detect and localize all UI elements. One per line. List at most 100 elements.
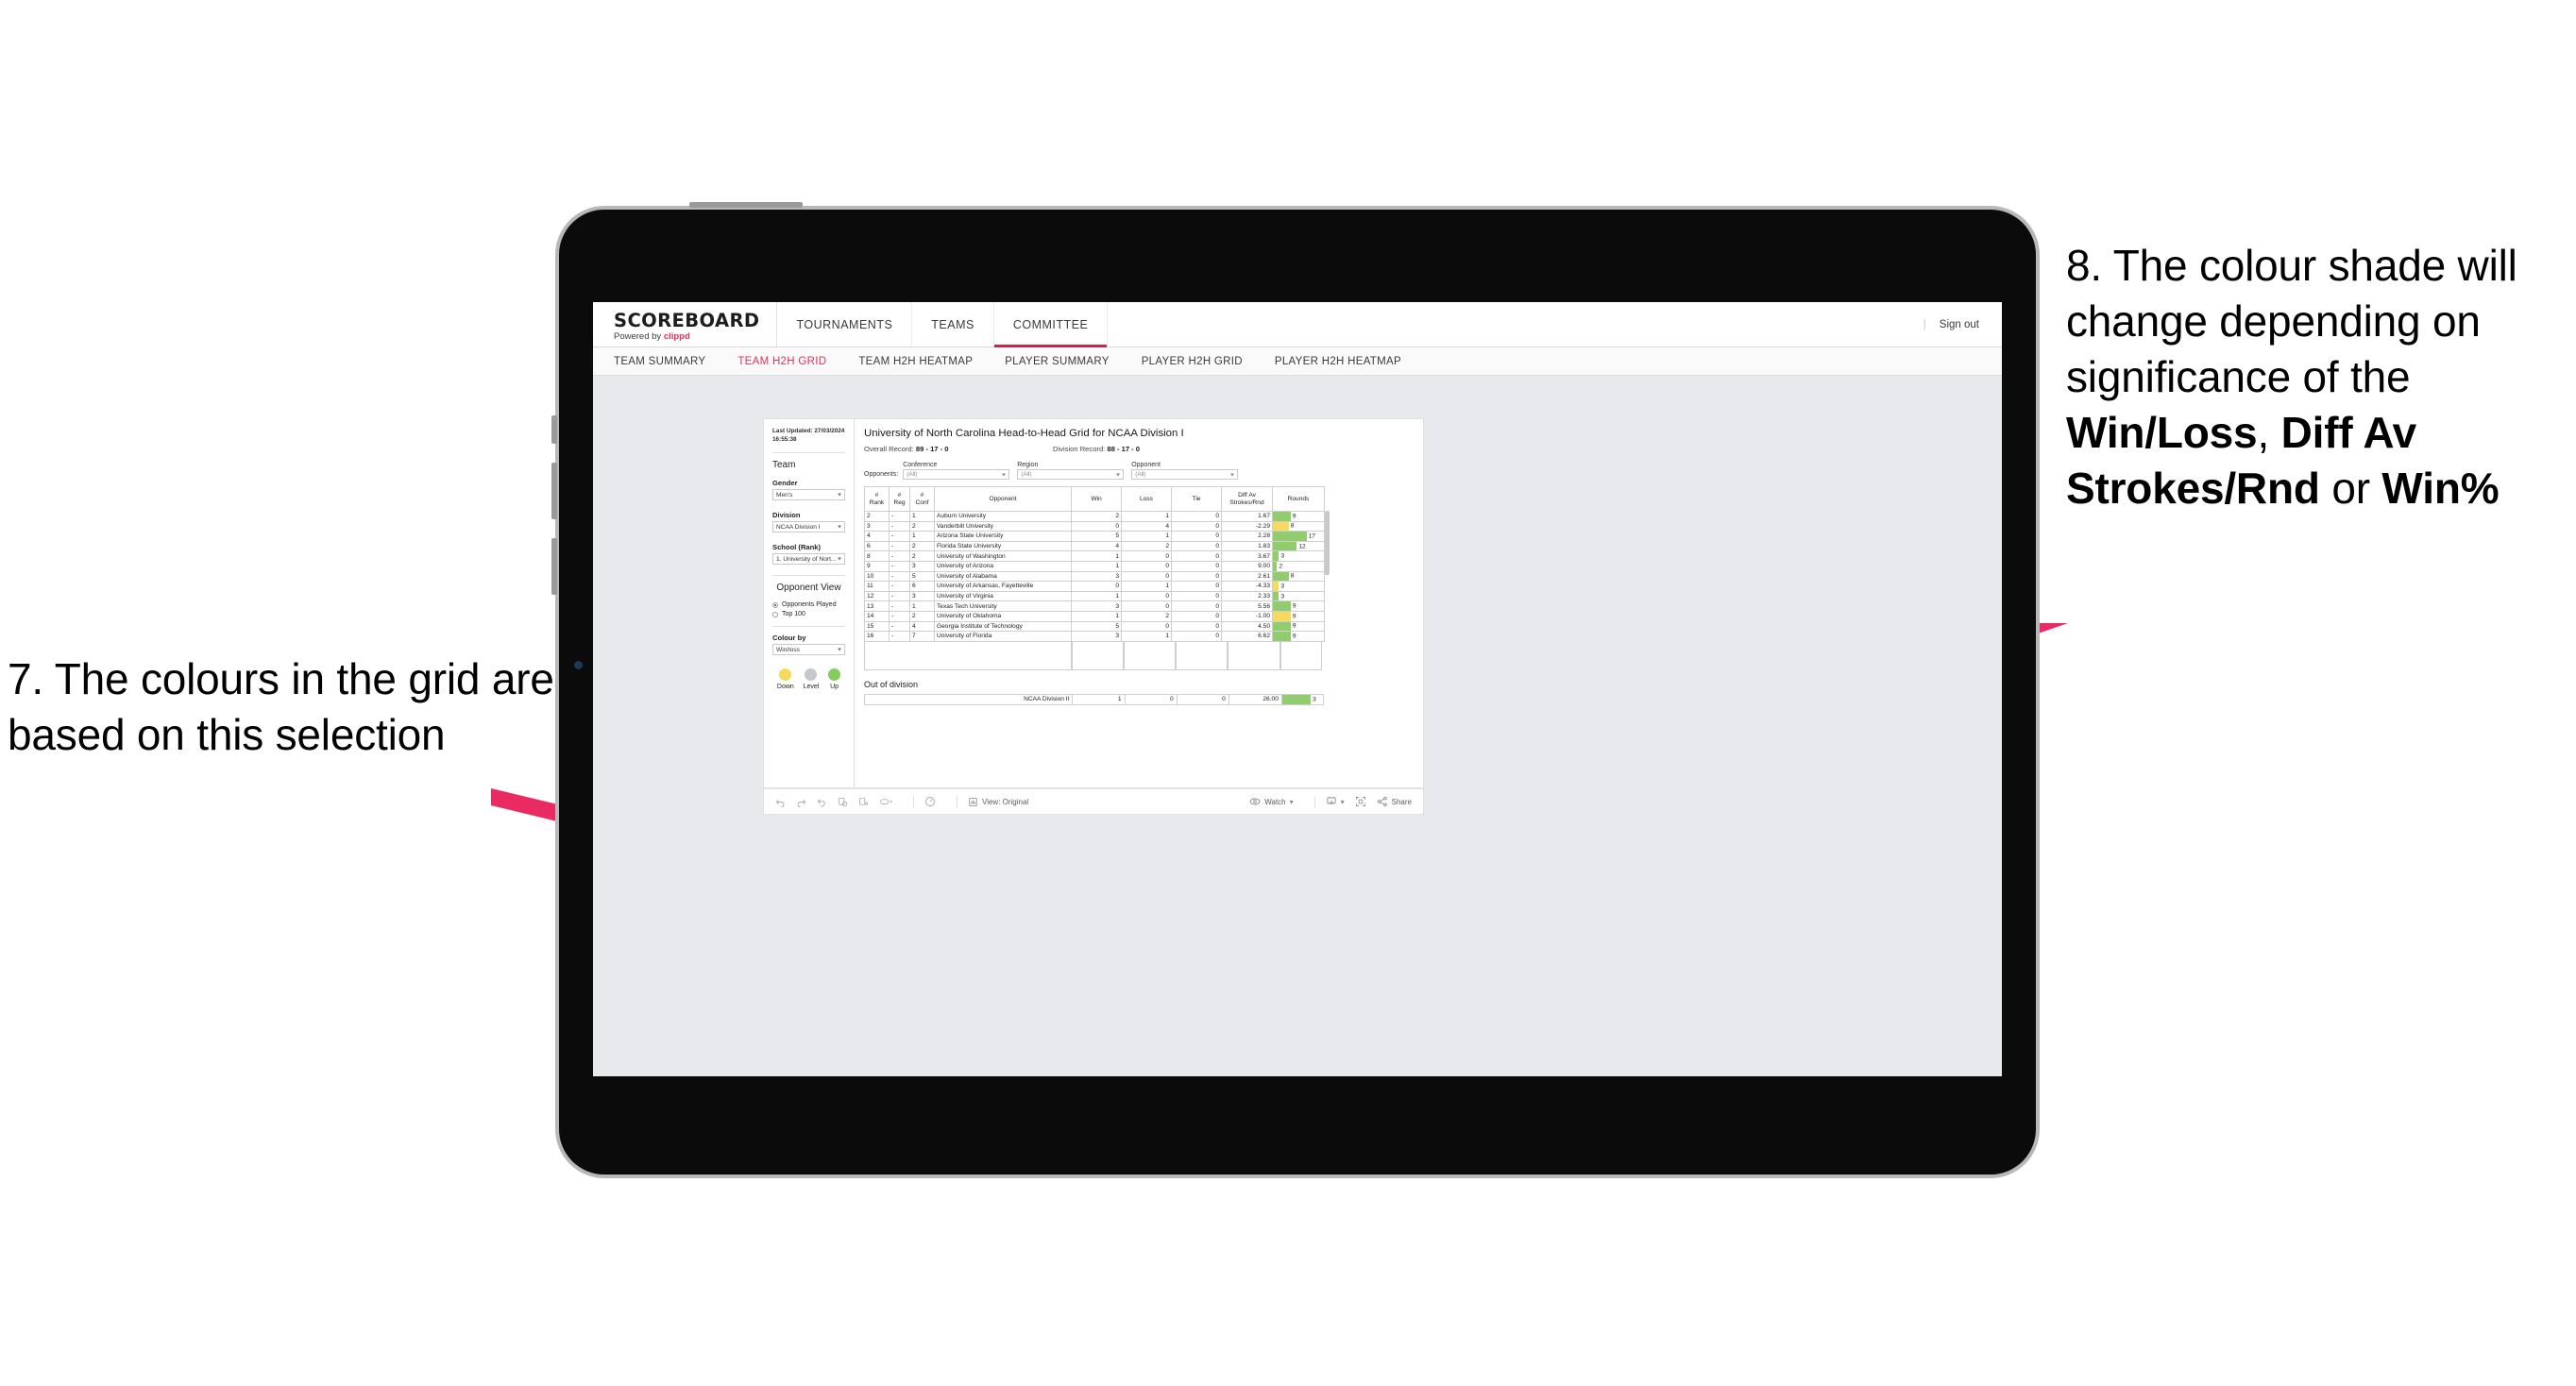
cell-diff-av-strokes: -4.33 bbox=[1221, 581, 1273, 592]
table-row[interactable]: 16-7 University of Florida 3 1 0 6.62 9 bbox=[864, 631, 1325, 642]
legend-item-down: Down bbox=[777, 668, 794, 690]
gender-select[interactable]: Men's bbox=[772, 489, 845, 501]
pause-data-icon[interactable] bbox=[858, 797, 869, 807]
chevron-down-icon bbox=[838, 525, 841, 529]
subnav-item-player-h2h-heatmap[interactable]: PLAYER H2H HEATMAP bbox=[1275, 356, 1401, 367]
table-row[interactable]: 12-3 University of Virginia 1 0 0 2.33 3 bbox=[864, 590, 1325, 602]
radio-icon bbox=[772, 611, 778, 617]
table-row[interactable]: 6-2 Florida State University 4 2 0 1.83 12 bbox=[864, 540, 1325, 552]
view-original-button[interactable]: View: Original bbox=[968, 797, 1028, 807]
subnav-item-team-h2h-grid[interactable]: TEAM H2H GRID bbox=[737, 356, 826, 367]
annotation-8-lead: The colour shade will change depending o… bbox=[2066, 241, 2517, 401]
colour-by-select[interactable]: Win/loss bbox=[772, 644, 845, 656]
cell-opponent: University of Virginia bbox=[934, 590, 1072, 602]
nav-item-committee[interactable]: COMMITTEE bbox=[993, 302, 1109, 347]
opponent-select[interactable]: (All) bbox=[1131, 469, 1239, 480]
table-row[interactable]: 3-2 Vanderbilt University 0 4 0 -2.29 8 bbox=[864, 520, 1325, 532]
conference-select[interactable]: (All) bbox=[903, 469, 1010, 480]
table-row[interactable]: 15-4 Georgia Institute of Technology 5 0 0 4.… bbox=[864, 620, 1325, 633]
col-line2: Rounds bbox=[1287, 495, 1310, 502]
redo-icon[interactable] bbox=[796, 797, 806, 807]
watch-label: Watch bbox=[1264, 797, 1286, 806]
table-body: 2-1 Auburn University 2 1 0 1.67 9 3-2 Vanderbil… bbox=[864, 511, 1325, 642]
view-label: View: Original bbox=[982, 797, 1029, 806]
share-label: Share bbox=[1391, 797, 1412, 806]
col-line1: # bbox=[874, 491, 879, 499]
legend-item-level: Level bbox=[804, 668, 819, 690]
region-select[interactable]: (All) bbox=[1017, 469, 1125, 480]
chevron-down-icon bbox=[1230, 473, 1235, 476]
colour-legend: Down Level Up bbox=[772, 668, 845, 690]
radio-top-100[interactable]: Top 100 bbox=[772, 611, 845, 617]
region-value: (All) bbox=[1021, 471, 1032, 478]
annotation-8-number: 8. bbox=[2066, 241, 2102, 290]
divider bbox=[772, 452, 845, 454]
nav-item-tournaments[interactable]: TOURNAMENTS bbox=[777, 302, 913, 346]
revert-icon[interactable] bbox=[817, 797, 827, 807]
region-filter: Region (All) bbox=[1017, 462, 1125, 480]
tablet-power-button[interactable] bbox=[689, 202, 803, 208]
table-row[interactable]: 10-5 University of Alabama 3 0 0 2.61 8 bbox=[864, 570, 1325, 583]
cell-loss: 0 bbox=[1121, 600, 1172, 612]
tablet-side-button-1[interactable] bbox=[551, 415, 557, 444]
highlight-icon[interactable] bbox=[879, 797, 892, 807]
chevron-down-icon: ▾ bbox=[1340, 797, 1345, 806]
download-icon[interactable]: ▾ bbox=[1326, 796, 1345, 807]
table-row[interactable]: 2-1 Auburn University 2 1 0 1.67 9 bbox=[864, 511, 1325, 522]
table-row[interactable]: 13-1 Texas Tech University 3 0 0 5.56 9 bbox=[864, 600, 1325, 612]
nav-item-teams[interactable]: TEAMS bbox=[912, 302, 994, 346]
cell-win: 1 bbox=[1071, 560, 1122, 572]
fullscreen-icon[interactable] bbox=[1355, 796, 1366, 807]
col-tie[interactable]: Tie bbox=[1171, 486, 1222, 512]
undo-icon[interactable] bbox=[775, 797, 786, 807]
col-diff-av-strokes[interactable]: Diff Av Strokes/Rnd bbox=[1221, 486, 1273, 512]
division-select[interactable]: NCAA Division I bbox=[772, 521, 845, 533]
subnav-item-player-h2h-grid[interactable]: PLAYER H2H GRID bbox=[1142, 356, 1243, 367]
col-opponent[interactable]: Opponent bbox=[934, 486, 1072, 512]
col-loss[interactable]: Loss bbox=[1121, 486, 1172, 512]
table-row[interactable]: 9-3 University of Arizona 1 0 0 9.00 2 bbox=[864, 560, 1325, 572]
refresh-data-icon[interactable] bbox=[838, 797, 848, 807]
divider: | bbox=[1923, 318, 1926, 330]
cell-loss: 1 bbox=[1121, 631, 1172, 642]
cell-tie: 0 bbox=[1171, 570, 1222, 583]
app-screen: SCOREBOARD Powered by clippd TOURNAMENTS… bbox=[593, 302, 2002, 1076]
col-rounds[interactable]: Rounds bbox=[1272, 486, 1325, 512]
col-line1: # bbox=[897, 491, 902, 499]
subnav-item-player-summary[interactable]: PLAYER SUMMARY bbox=[1005, 356, 1110, 367]
cell-rank: 9 bbox=[864, 560, 890, 572]
col-win[interactable]: Win bbox=[1071, 486, 1122, 512]
watch-button[interactable]: Watch ▾ bbox=[1249, 796, 1294, 807]
cell-rounds: 9 bbox=[1272, 600, 1325, 612]
table-row[interactable]: 11-6 University of Arkansas, Fayetteville… bbox=[864, 581, 1325, 592]
school-rank-select[interactable]: 1. University of Nort... bbox=[772, 553, 845, 566]
cell-loss: 1 bbox=[1121, 581, 1172, 592]
table-row[interactable]: 8-2 University of Washington 1 0 0 3.67 3 bbox=[864, 550, 1325, 562]
annotation-7-number: 7. bbox=[8, 654, 43, 703]
out-of-division-row[interactable]: NCAA Division II 1 0 0 26.00 3 bbox=[863, 693, 1325, 705]
cell-diff-av-strokes: 6.62 bbox=[1221, 631, 1273, 642]
tablet-volume-down-button[interactable] bbox=[551, 538, 557, 595]
share-button[interactable]: Share bbox=[1377, 796, 1412, 807]
sub-navigation-bar: TEAM SUMMARY TEAM H2H GRID TEAM H2H HEAT… bbox=[593, 347, 2002, 376]
opponent-view-heading: Opponent View bbox=[776, 583, 841, 594]
col-conf[interactable]: # Conf bbox=[909, 486, 935, 512]
table-row[interactable]: 4-1 Arizona State University 5 1 0 2.28 17 bbox=[864, 531, 1325, 542]
page-title: University of North Carolina Head-to-Hea… bbox=[864, 428, 1184, 439]
subnav-item-team-h2h-heatmap[interactable]: TEAM H2H HEATMAP bbox=[858, 356, 973, 367]
radio-opponents-played[interactable]: Opponents Played bbox=[772, 601, 845, 608]
cell-diff-av-strokes: -2.29 bbox=[1221, 520, 1273, 532]
pause-auto-update-icon[interactable] bbox=[924, 796, 936, 807]
cell-reg: - bbox=[889, 531, 910, 542]
subnav-item-team-summary[interactable]: TEAM SUMMARY bbox=[614, 356, 705, 367]
sign-out-button[interactable]: | Sign out bbox=[1924, 302, 2002, 346]
tablet-front-camera bbox=[574, 661, 583, 669]
brand-logo[interactable]: SCOREBOARD Powered by clippd bbox=[593, 302, 778, 346]
col-reg[interactable]: # Reg bbox=[889, 486, 910, 512]
grid-vertical-scrollbar[interactable] bbox=[1325, 511, 1330, 575]
table-row[interactable]: 14-2 University of Oklahoma 1 2 0 -1.00 9 bbox=[864, 610, 1325, 622]
tablet-volume-up-button[interactable] bbox=[551, 463, 557, 519]
cell-reg: - bbox=[889, 560, 910, 572]
col-rank[interactable]: # Rank bbox=[864, 486, 890, 512]
toolbar-right-group: Watch ▾ ▾ Share bbox=[1249, 795, 1412, 808]
